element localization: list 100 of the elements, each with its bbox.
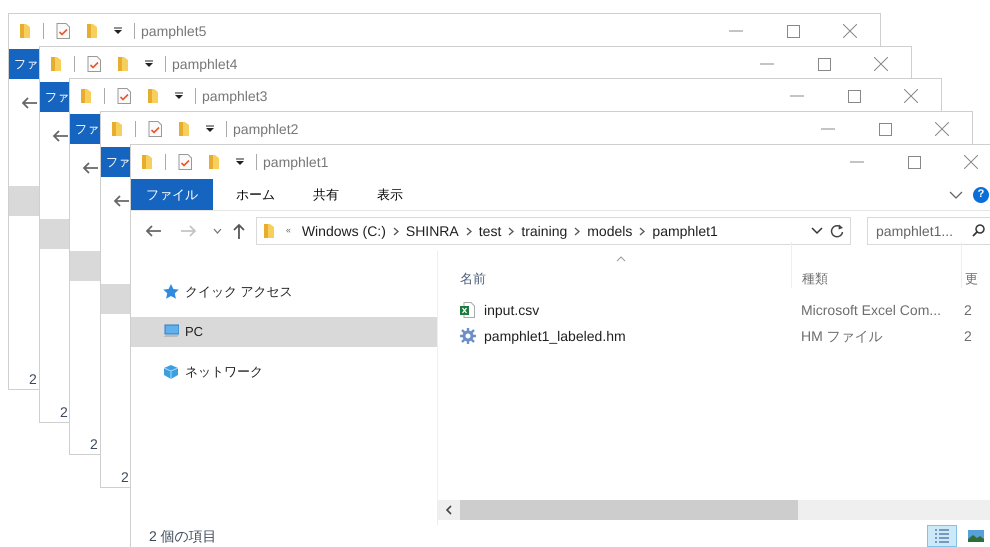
close-button[interactable] xyxy=(904,89,918,103)
maximize-button[interactable] xyxy=(908,156,920,168)
minimize-button[interactable] xyxy=(729,30,743,32)
gear-icon xyxy=(460,328,476,344)
search-field[interactable]: pamphlet1... xyxy=(867,217,990,245)
caret-icon[interactable] xyxy=(236,158,244,166)
nav-item[interactable]: クイック アクセス xyxy=(131,277,437,307)
back-button[interactable] xyxy=(21,96,38,110)
caret-icon[interactable] xyxy=(175,92,183,100)
window-title: pamphlet1 xyxy=(263,152,328,172)
network-icon xyxy=(163,364,179,380)
ribbon-tab[interactable]: ファ xyxy=(101,147,132,177)
checklist-icon[interactable] xyxy=(178,154,192,170)
file-name[interactable]: input.csv xyxy=(484,300,540,320)
maximize-button[interactable] xyxy=(818,58,830,70)
sort-icon[interactable] xyxy=(616,256,626,262)
ribbon-tab[interactable]: 表示 xyxy=(362,179,418,210)
scroll-thumb[interactable] xyxy=(460,500,798,520)
folder-icon[interactable] xyxy=(147,88,159,104)
up-button[interactable] xyxy=(232,223,246,239)
breadcrumb[interactable]: models xyxy=(587,220,632,242)
chevron-icon xyxy=(466,226,472,236)
horizontal-scrollbar[interactable] xyxy=(438,500,990,520)
maximize-button[interactable] xyxy=(786,24,800,38)
folder-icon[interactable] xyxy=(208,154,220,170)
ribbon-tab[interactable]: ホーム xyxy=(221,179,290,210)
folder-icon[interactable] xyxy=(111,121,123,137)
folder-icon[interactable] xyxy=(86,23,98,39)
back-button[interactable] xyxy=(113,194,130,208)
close-button[interactable] xyxy=(843,24,857,38)
chevron-icon xyxy=(639,226,646,236)
expand-icon[interactable] xyxy=(949,190,963,198)
minimize-button[interactable] xyxy=(760,63,774,65)
breadcrumb[interactable]: Windows (C:) xyxy=(302,220,386,242)
status-text: 2 個の項目 xyxy=(149,526,217,546)
ribbon-tab[interactable]: 共有 xyxy=(298,179,354,210)
ribbon-tab[interactable]: ファ xyxy=(70,114,101,144)
breadcrumb[interactable]: test xyxy=(478,220,502,242)
folder-icon[interactable] xyxy=(50,56,62,72)
nav-item[interactable]: PC xyxy=(131,317,437,347)
window-title: pamphlet3 xyxy=(202,86,268,106)
caret-icon[interactable] xyxy=(206,125,214,133)
overflow-chevron[interactable]: « xyxy=(286,224,291,238)
back-button[interactable] xyxy=(52,129,69,143)
back-button[interactable] xyxy=(145,224,162,238)
details-view-button[interactable] xyxy=(927,525,957,547)
status-text: 2 xyxy=(121,468,129,487)
status-text: 2 xyxy=(29,370,37,389)
status-text: 2 xyxy=(60,403,68,422)
checklist-icon[interactable] xyxy=(148,121,162,137)
back-button[interactable] xyxy=(82,161,99,175)
ribbon-tab[interactable]: ファイル xyxy=(131,179,213,210)
caret-icon[interactable] xyxy=(145,60,153,68)
star-icon xyxy=(163,284,179,300)
nav-item[interactable]: ネットワーク xyxy=(131,357,437,387)
close-button[interactable] xyxy=(874,57,888,71)
folder-icon xyxy=(262,223,275,239)
breadcrumb[interactable]: training xyxy=(521,220,568,242)
column-header[interactable]: 更 xyxy=(965,268,978,288)
breadcrumb[interactable]: pamphlet1 xyxy=(652,220,718,242)
window-title: pamphlet5 xyxy=(141,22,206,41)
minimize-button[interactable] xyxy=(790,95,804,97)
close-button[interactable] xyxy=(935,122,949,136)
maximize-button[interactable] xyxy=(848,90,860,102)
table-cell: 2 xyxy=(964,328,972,344)
spreadsheet-icon xyxy=(460,302,476,318)
folder-icon[interactable] xyxy=(178,121,190,137)
close-button[interactable] xyxy=(964,155,978,169)
chevron-icon xyxy=(392,226,399,236)
breadcrumb[interactable]: SHINRA xyxy=(406,220,459,242)
minimize-button[interactable] xyxy=(850,161,864,163)
column-header[interactable]: 名前 xyxy=(460,268,486,288)
folder-icon[interactable] xyxy=(141,154,153,170)
ribbon-tab[interactable]: ファ xyxy=(9,49,40,79)
table-cell: 2 xyxy=(964,302,972,318)
folder-icon[interactable] xyxy=(117,56,129,72)
nav-label: クイック アクセス xyxy=(185,283,293,302)
help-button[interactable]: ? xyxy=(973,186,989,202)
caret-icon[interactable] xyxy=(114,27,122,35)
file-name[interactable]: pamphlet1_labeled.hm xyxy=(484,326,626,346)
file-type: HM ファイル xyxy=(801,328,883,344)
folder-icon[interactable] xyxy=(19,23,31,39)
address-bar[interactable]: « Windows (C:) SHINRA test training models pamphlet1 xyxy=(256,217,851,245)
checklist-icon[interactable] xyxy=(117,88,131,104)
computer-icon xyxy=(163,324,179,340)
window-title: pamphlet2 xyxy=(233,120,298,139)
recent-locations-icon[interactable] xyxy=(212,228,222,234)
status-text: 2 xyxy=(90,435,98,454)
checklist-icon[interactable] xyxy=(56,23,70,39)
column-header[interactable]: 種類 xyxy=(802,268,828,288)
search-icon[interactable] xyxy=(972,224,985,237)
checklist-icon[interactable] xyxy=(87,56,101,72)
ribbon-tab[interactable]: ファ xyxy=(40,82,71,112)
minimize-button[interactable] xyxy=(821,128,835,130)
maximize-button[interactable] xyxy=(878,122,892,136)
refresh-icon[interactable] xyxy=(830,224,844,238)
window-title: pamphlet4 xyxy=(172,54,238,74)
folder-icon[interactable] xyxy=(80,88,92,104)
chevron-icon xyxy=(574,226,580,236)
dropdown-icon[interactable] xyxy=(811,227,823,235)
